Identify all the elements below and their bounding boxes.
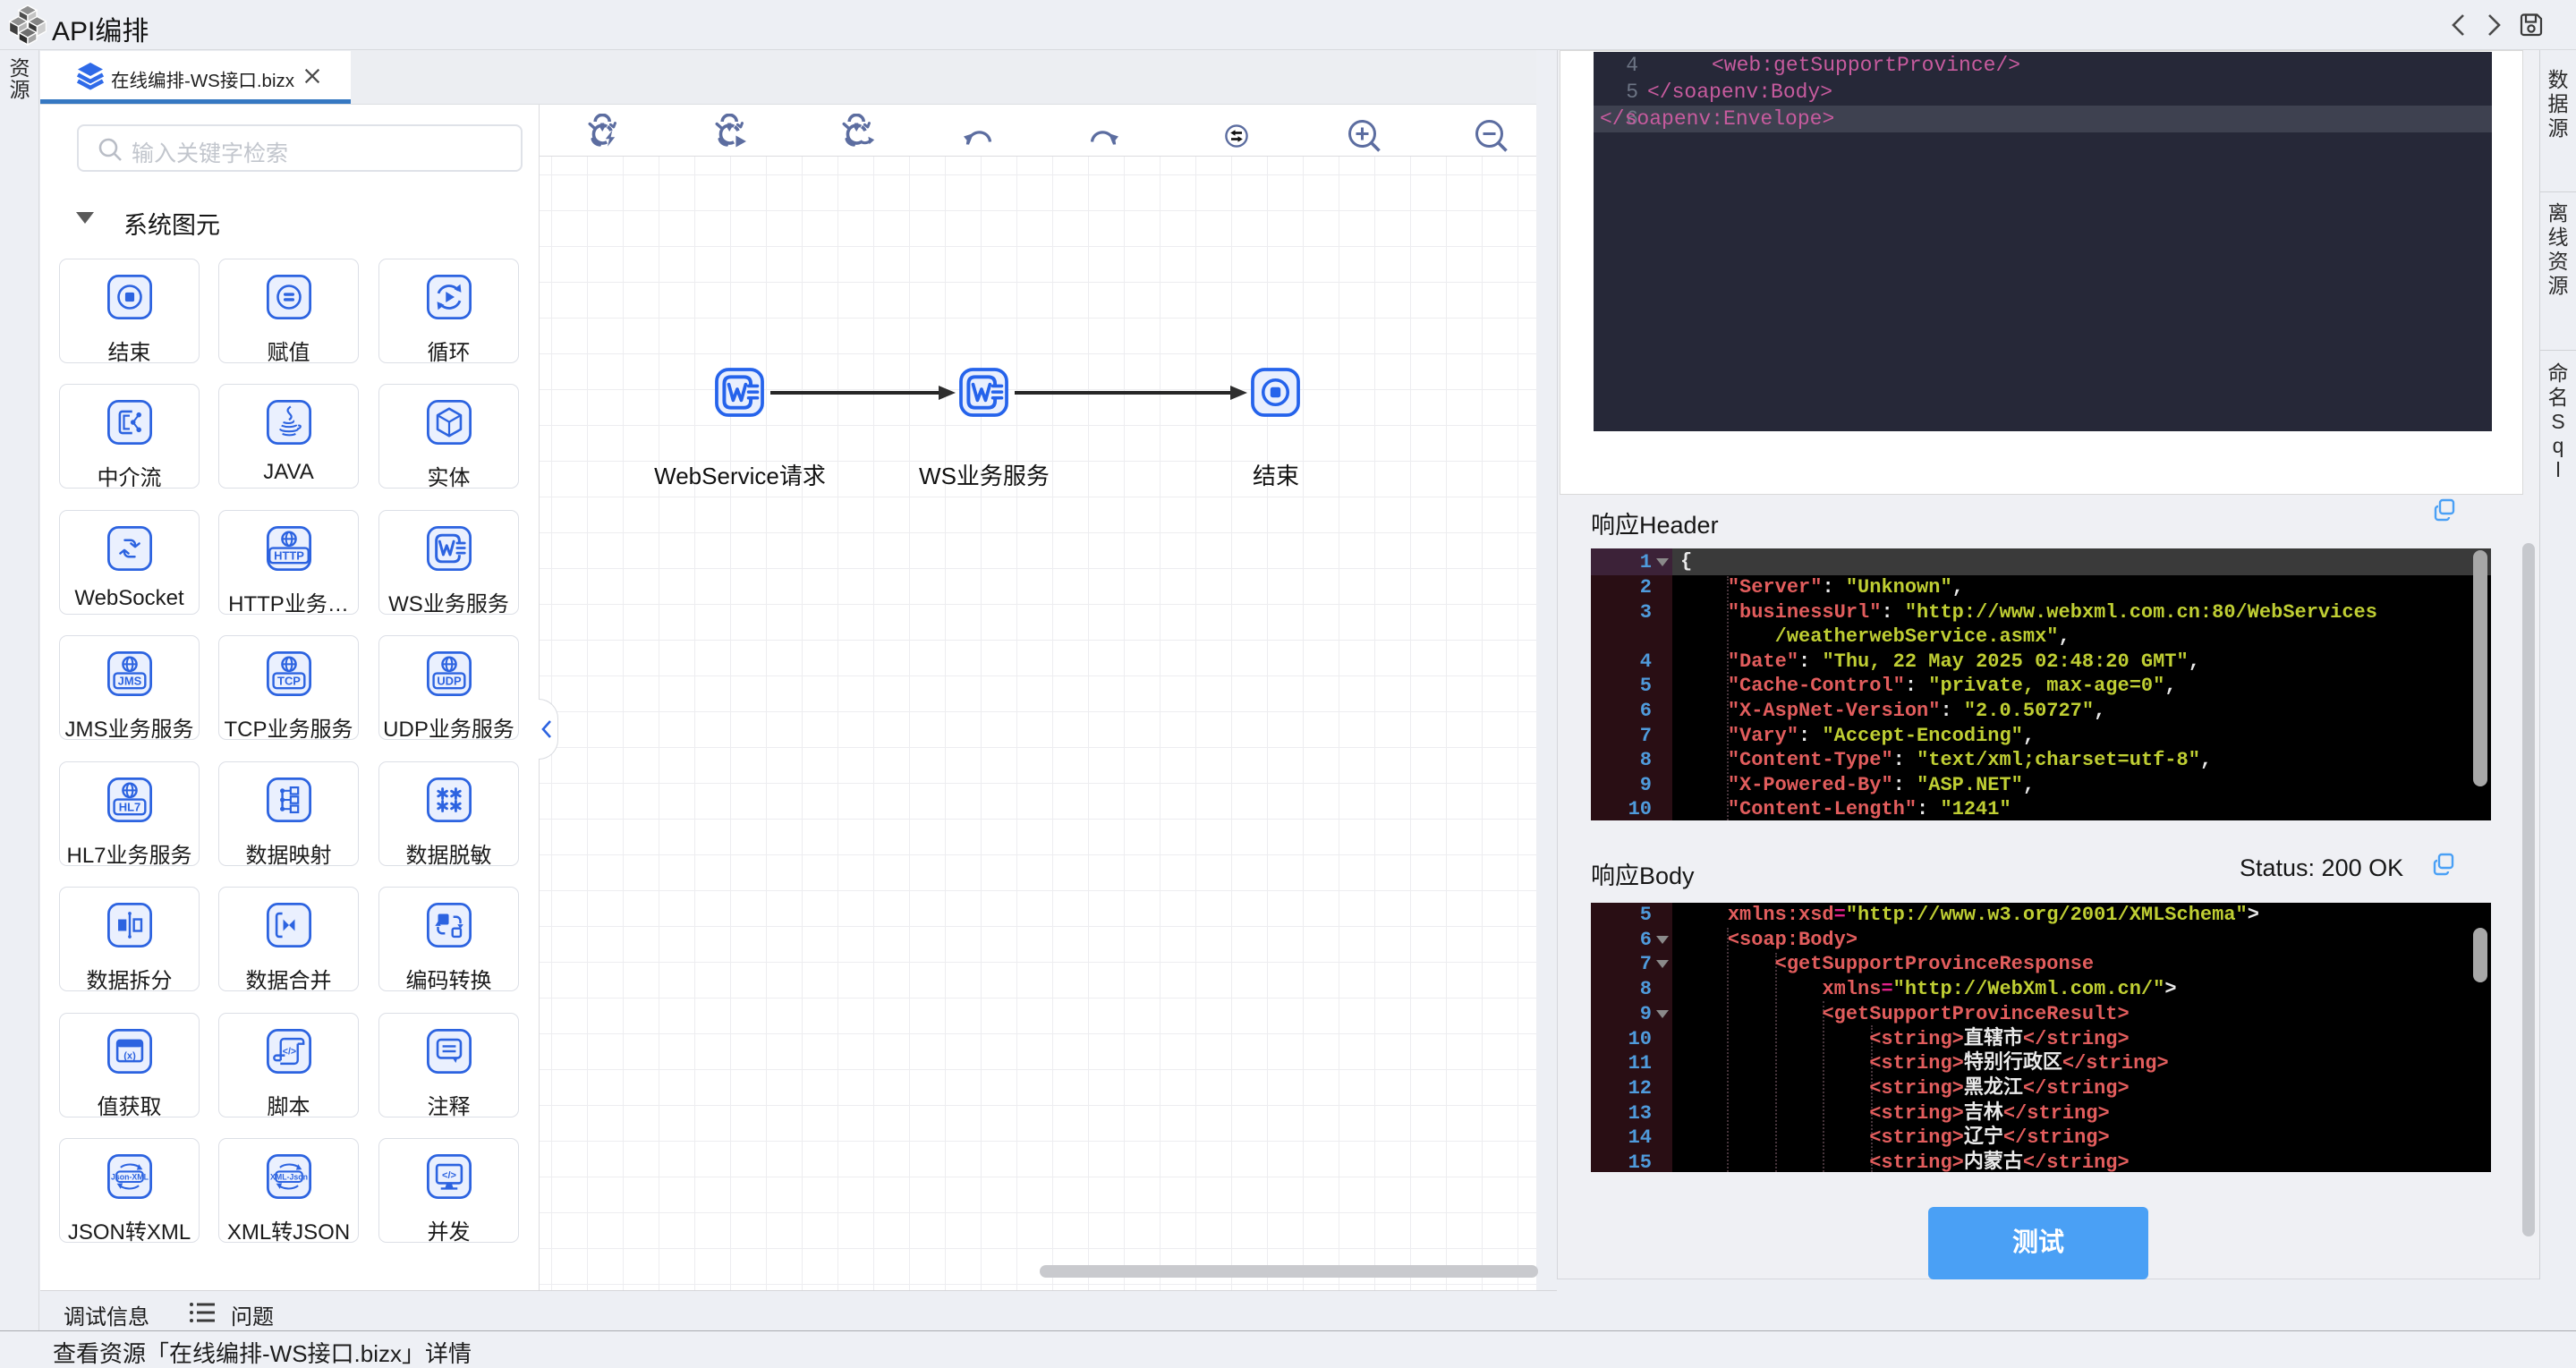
svg-text:(x): (x) (123, 1050, 136, 1061)
svg-text:UDP: UDP (437, 675, 462, 688)
svg-text:</>: </> (283, 1047, 296, 1058)
svg-text:TCP: TCP (277, 675, 301, 688)
svg-text:Json-XML: Json-XML (111, 1173, 149, 1182)
svg-text:XML-Json: XML-Json (270, 1173, 308, 1182)
svg-text:HL7: HL7 (119, 801, 140, 814)
svg-text:</>: </> (442, 1170, 457, 1181)
svg-text:JMS: JMS (118, 675, 142, 688)
svg-text:HTTP: HTTP (274, 549, 304, 563)
